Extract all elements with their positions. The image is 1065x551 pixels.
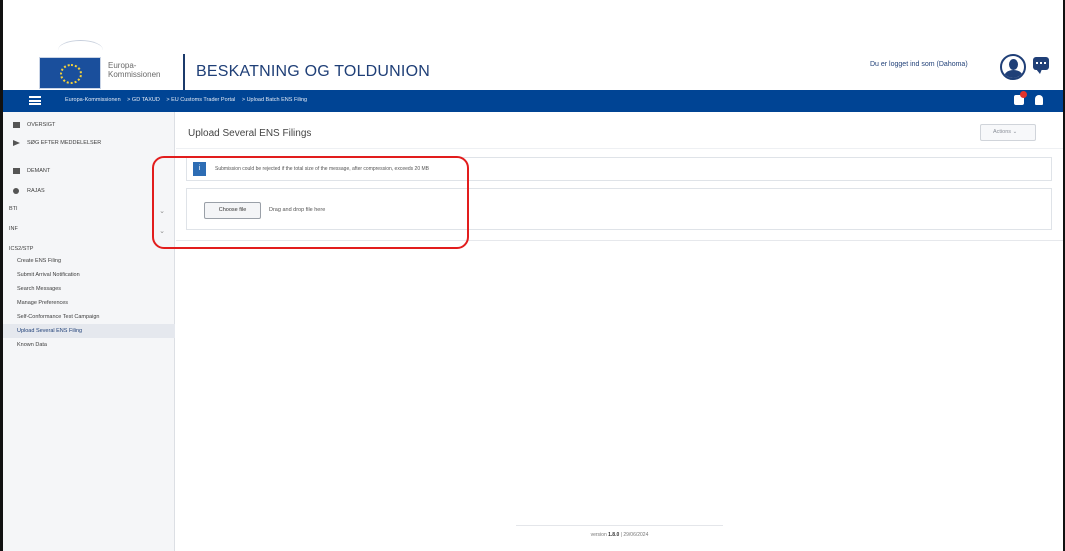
- page-title: Upload Several ENS Filings: [188, 128, 312, 139]
- sidebar-item-inf[interactable]: INF ⌄: [3, 222, 175, 236]
- breadcrumb-item[interactable]: > EU Customs Trader Portal: [166, 97, 235, 103]
- notification-icon[interactable]: [1014, 91, 1027, 105]
- site-header: Europa- Kommissionen BESKATNING OG TOLDU…: [3, 30, 1063, 90]
- logo-line-1: Europa-: [108, 61, 137, 70]
- footer-date: 29/06/2024: [623, 532, 649, 538]
- user-avatar-icon[interactable]: [1000, 54, 1026, 80]
- menu-hamburger-icon[interactable]: [29, 96, 41, 105]
- actions-dropdown[interactable]: Actions ⌄: [980, 124, 1036, 141]
- eu-flag-logo[interactable]: [39, 57, 101, 89]
- sidebar: OVERSIGT SØG EFTER MEDDELELSER DEMANT RA…: [3, 112, 175, 551]
- sidebar-item-bti[interactable]: BTI ⌄: [3, 202, 175, 216]
- chat-icon[interactable]: [1033, 57, 1049, 74]
- footer: version 1.8.0 | 29/06/2024: [590, 532, 649, 538]
- document-icon: [13, 168, 20, 174]
- breadcrumb: Europa-Kommissionen > GD TAXUD > EU Cust…: [65, 97, 312, 103]
- sidebar-sub-upload-several[interactable]: Upload Several ENS Filing: [3, 324, 175, 338]
- grid-icon: [13, 122, 20, 128]
- sidebar-sub-conformance[interactable]: Self-Conformance Test Campaign: [3, 310, 175, 324]
- footer-divider: [516, 525, 723, 526]
- logo-line-2: Kommissionen: [108, 70, 161, 79]
- bell-icon[interactable]: [1035, 95, 1043, 105]
- login-status[interactable]: Du er logget ind som (Dahoma): [870, 61, 968, 68]
- breadcrumb-item[interactable]: Europa-Kommissionen: [65, 97, 121, 103]
- sidebar-item-demant[interactable]: DEMANT: [3, 164, 175, 178]
- logo-text: Europa- Kommissionen: [108, 61, 160, 79]
- chevron-down-icon: ⌄: [1012, 129, 1018, 135]
- highlight-annotation: [152, 156, 469, 249]
- breadcrumb-item[interactable]: > GD TAXUD: [127, 97, 160, 103]
- sidebar-sub-preferences[interactable]: Manage Preferences: [3, 296, 175, 310]
- sidebar-sub-arrival[interactable]: Submit Arrival Notification: [3, 268, 175, 282]
- sidebar-item-search[interactable]: SØG EFTER MEDDELELSER: [3, 136, 175, 150]
- sidebar-sub-search[interactable]: Search Messages: [3, 282, 175, 296]
- notification-badge: [1020, 91, 1027, 98]
- sidebar-sub-create-ens[interactable]: Create ENS Filing: [3, 254, 175, 268]
- divider: [176, 148, 1063, 149]
- arrow-icon: [13, 140, 20, 146]
- top-navbar: Europa-Kommissionen > GD TAXUD > EU Cust…: [3, 90, 1063, 112]
- sidebar-item-rajas[interactable]: RAJAS: [3, 184, 175, 198]
- footer-version: 1.8.0: [608, 532, 620, 538]
- sidebar-item-oversigt[interactable]: OVERSIGT: [3, 118, 175, 132]
- logo-divider: [183, 54, 185, 90]
- breadcrumb-item[interactable]: > Upload Batch ENS Filing: [242, 97, 307, 103]
- footer-version-label: version: [590, 532, 607, 538]
- site-title[interactable]: BESKATNING OG TOLDUNION: [196, 63, 430, 81]
- sidebar-sub-known-data[interactable]: Known Data: [3, 338, 175, 352]
- eu-stars-icon: [60, 64, 82, 84]
- percent-icon: [13, 188, 19, 194]
